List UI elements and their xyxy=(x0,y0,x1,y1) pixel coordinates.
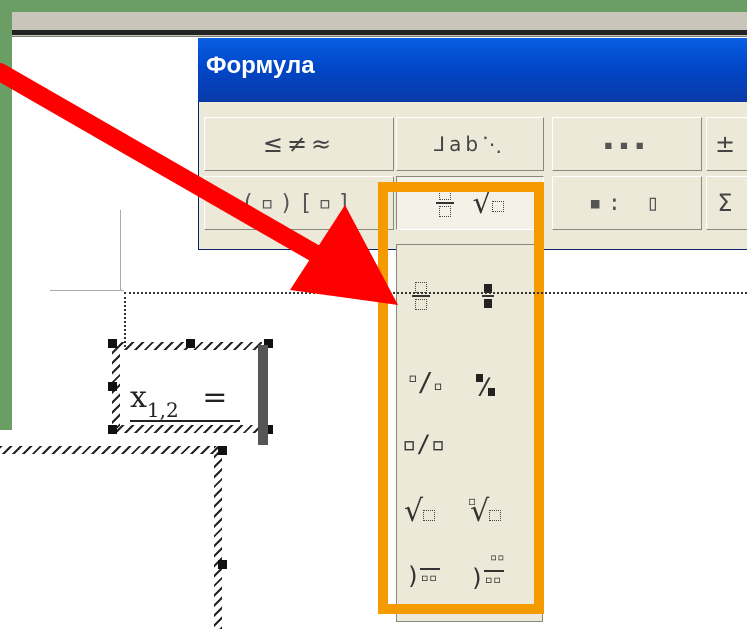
arrow-shaft xyxy=(0,63,339,271)
red-pointer-arrow xyxy=(0,63,398,305)
